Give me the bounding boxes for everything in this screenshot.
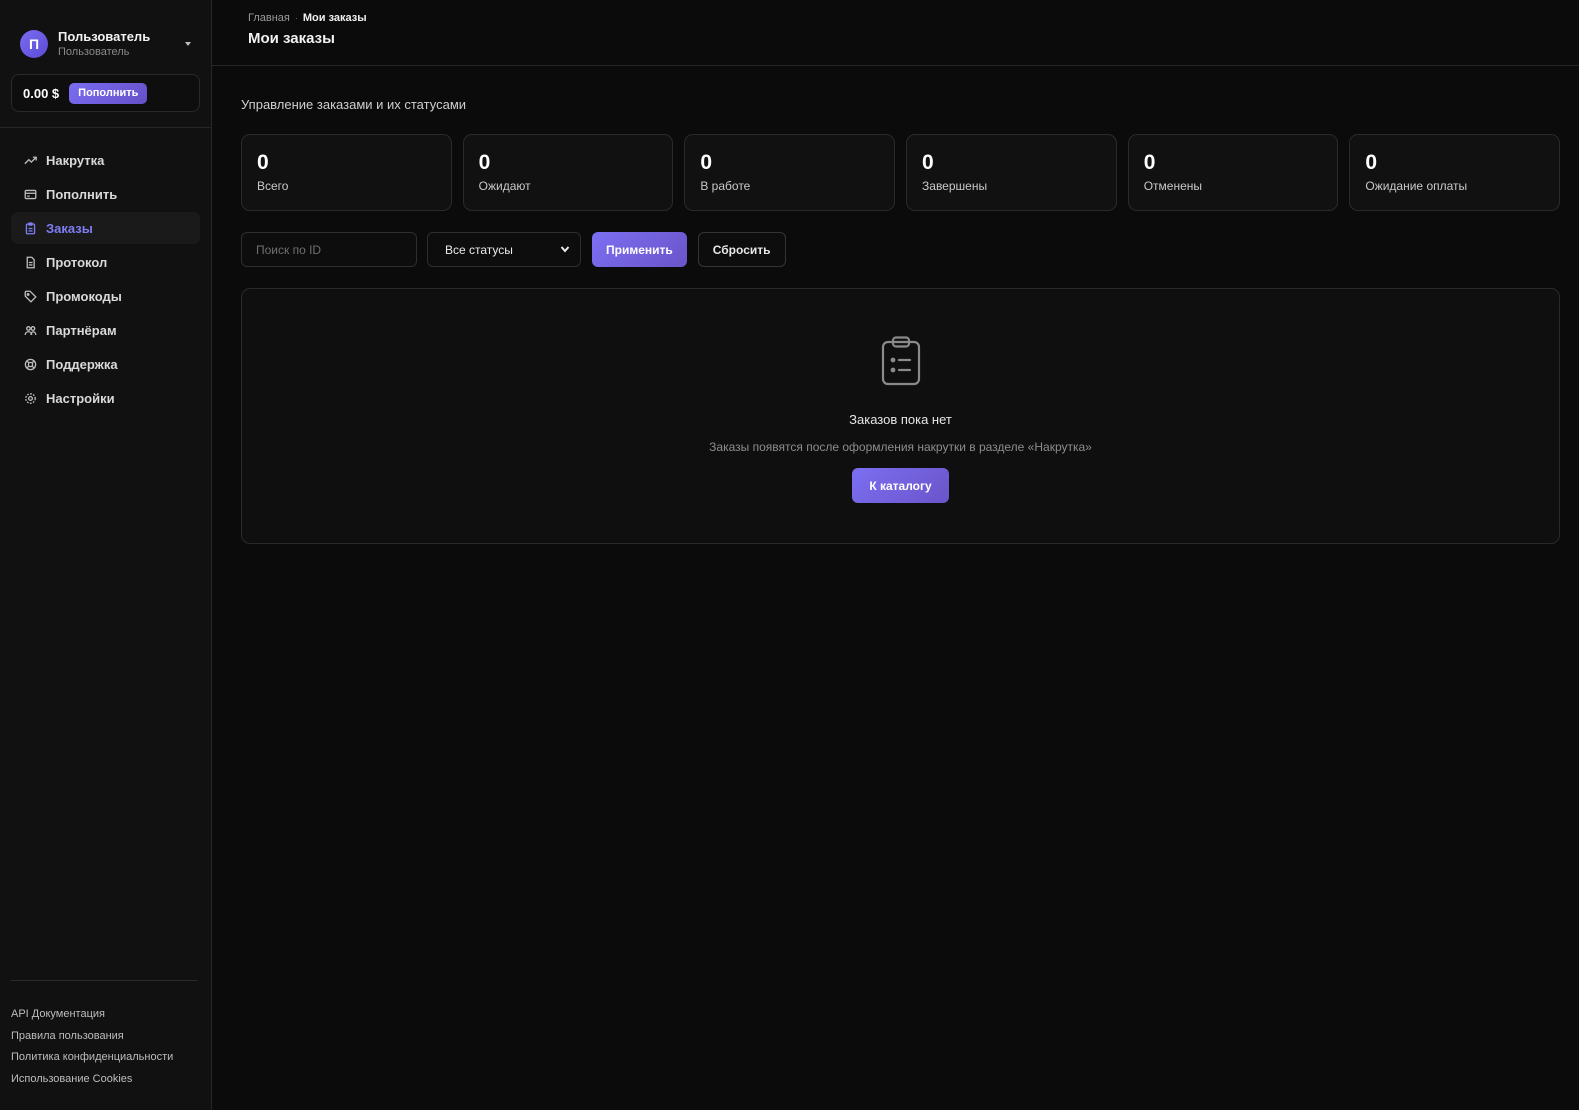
stat-label: В работе xyxy=(700,179,751,194)
sidebar-footer-links: API Документация Правила пользования Пол… xyxy=(11,980,197,1093)
app: П Пользователь Пользователь 0.00 $ Попол… xyxy=(0,0,1579,1110)
sidebar-item-orders[interactable]: Заказы xyxy=(11,212,200,244)
search-input[interactable] xyxy=(241,232,417,267)
sidebar-item-label: Промокоды xyxy=(46,288,122,304)
balance-amount: 0.00 $ xyxy=(23,85,60,101)
terms-link[interactable]: Правила пользования xyxy=(11,1028,197,1050)
stats-row: 0 Всего 0 Ожидают 0 В работе 0 Завершены… xyxy=(241,134,1561,211)
sidebar-item-boost[interactable]: Накрутка xyxy=(11,144,200,176)
lifebuoy-icon xyxy=(23,357,37,371)
empty-state-title: Заказов пока нет xyxy=(849,412,952,427)
topup-button[interactable]: Пополнить xyxy=(69,82,148,104)
file-text-icon xyxy=(23,255,37,269)
stat-label: Всего xyxy=(257,179,289,194)
user-role: Пользователь xyxy=(58,46,130,59)
privacy-link[interactable]: Политика конфиденциальности xyxy=(11,1049,197,1071)
sidebar-item-label: Настройки xyxy=(46,390,115,406)
orders-section: Управление заказами и их статусами 0 Все… xyxy=(212,66,1579,544)
stat-label: Отменены xyxy=(1143,179,1202,194)
balance-box: 0.00 $ Пополнить xyxy=(11,74,200,112)
sidebar-item-label: Заказы xyxy=(46,220,93,236)
user-menu[interactable]: П Пользователь Пользователь xyxy=(0,0,211,66)
page-subtitle: Управление заказами и их статусами xyxy=(241,97,467,112)
user-name: Пользователь xyxy=(58,28,151,44)
stat-value: 0 xyxy=(478,151,491,174)
cookies-link[interactable]: Использование Cookies xyxy=(11,1071,197,1093)
breadcrumb-separator: · xyxy=(294,13,298,23)
sidebar-item-protocol[interactable]: Протокол xyxy=(11,246,200,278)
stat-value: 0 xyxy=(257,151,269,174)
reset-button[interactable]: Сбросить xyxy=(697,232,786,267)
sidebar-item-label: Партнёрам xyxy=(46,322,117,338)
stat-label: Завершены xyxy=(922,179,988,194)
avatar: П xyxy=(20,30,48,58)
stat-card-in-progress: 0 В работе xyxy=(684,134,896,211)
topbar: Главная · Мои заказы Мои заказы xyxy=(212,0,1579,66)
stat-label: Ожидание оплаты xyxy=(1365,179,1468,194)
stat-value: 0 xyxy=(922,151,934,174)
stat-value: 0 xyxy=(700,151,713,174)
sidebar-item-label: Поддержка xyxy=(46,356,118,372)
sidebar-item-label: Накрутка xyxy=(46,152,105,168)
tag-icon xyxy=(23,289,37,303)
api-docs-link[interactable]: API Документация xyxy=(11,1006,197,1028)
stat-card-total: 0 Всего xyxy=(241,134,452,211)
stat-label: Ожидают xyxy=(478,179,531,194)
users-icon xyxy=(23,323,37,337)
stat-value: 0 xyxy=(1365,151,1378,174)
page-title: Мои заказы xyxy=(248,30,335,47)
sidebar-item-settings[interactable]: Настройки xyxy=(11,382,200,414)
clipboard-list-icon xyxy=(878,335,924,392)
status-select[interactable]: Все статусы xyxy=(427,232,581,267)
empty-state-text: Заказы появятся после оформления накрутк… xyxy=(709,440,1092,454)
sidebar-item-promocodes[interactable]: Промокоды xyxy=(11,280,200,312)
filters-bar: Все статусы Применить Сбросить xyxy=(241,232,1560,267)
trending-up-icon xyxy=(23,153,37,167)
stat-card-awaiting-payment: 0 Ожидание оплаты xyxy=(1349,134,1561,211)
stat-card-pending: 0 Ожидают xyxy=(462,134,674,211)
sidebar-item-label: Протокол xyxy=(46,254,108,270)
sidebar-item-label: Пополнить xyxy=(46,186,118,202)
breadcrumb: Главная · Мои заказы xyxy=(248,12,1579,24)
stat-card-cancelled: 0 Отменены xyxy=(1127,134,1339,211)
main-content: Главная · Мои заказы Мои заказы Управлен… xyxy=(212,0,1579,1110)
user-info: Пользователь Пользователь xyxy=(58,29,179,60)
catalog-button[interactable]: К каталогу xyxy=(852,468,949,503)
sidebar-item-topup[interactable]: Пополнить xyxy=(11,178,200,210)
sidebar: П Пользователь Пользователь 0.00 $ Попол… xyxy=(0,0,212,1110)
sidebar-nav: Накрутка Пополнить Заказы Протокол Промо… xyxy=(0,128,211,416)
breadcrumb-current: Мои заказы xyxy=(302,12,367,24)
sidebar-item-partners[interactable]: Партнёрам xyxy=(11,314,200,346)
empty-state: Заказов пока нет Заказы появятся после о… xyxy=(241,288,1560,544)
stat-card-completed: 0 Завершены xyxy=(906,134,1117,211)
sidebar-item-support[interactable]: Поддержка xyxy=(11,348,200,380)
status-select-value: Все статусы xyxy=(445,242,513,257)
clipboard-icon xyxy=(23,221,37,235)
chevron-down-icon xyxy=(560,243,570,257)
breadcrumb-home[interactable]: Главная xyxy=(248,12,290,24)
caret-down-icon[interactable] xyxy=(185,42,191,46)
credit-card-icon xyxy=(23,187,37,201)
gear-icon xyxy=(23,391,37,405)
apply-button[interactable]: Применить xyxy=(592,232,687,267)
stat-value: 0 xyxy=(1143,151,1156,174)
